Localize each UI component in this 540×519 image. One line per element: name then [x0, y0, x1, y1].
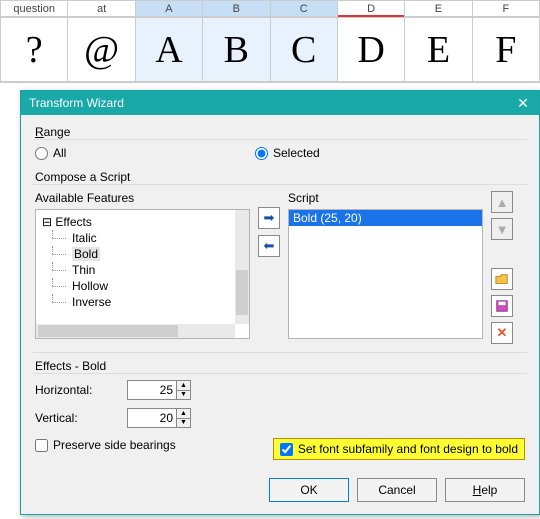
move-down-button[interactable]: ▼	[491, 218, 513, 240]
glyph-cell[interactable]: F	[473, 18, 540, 82]
remove-from-script-button[interactable]: ⬅	[258, 235, 280, 257]
col-header: C	[271, 0, 338, 17]
scrollbar-vertical[interactable]	[235, 210, 249, 324]
available-features-label: Available Features	[35, 191, 250, 205]
dialog-title: Transform Wizard	[29, 96, 124, 110]
add-to-script-button[interactable]: ➡	[258, 207, 280, 229]
range-label: Range	[35, 125, 525, 139]
glyph-grid-header: question at A B C D E F	[0, 0, 540, 18]
cancel-button[interactable]: Cancel	[357, 478, 437, 502]
vertical-input[interactable]: ▲▼	[127, 408, 191, 428]
radio-selected[interactable]: Selected	[255, 146, 320, 160]
set-subfamily-checkbox[interactable]: Set font subfamily and font design to bo…	[273, 438, 525, 460]
ok-button[interactable]: OK	[269, 478, 349, 502]
col-header: D	[338, 0, 405, 17]
spin-up-icon: ▲	[177, 409, 190, 419]
transform-wizard-dialog: Transform Wizard ✕ Range All Selected Co…	[20, 90, 540, 515]
glyph-cell[interactable]: E	[405, 18, 472, 82]
glyph-cell[interactable]: C	[271, 18, 338, 82]
open-icon[interactable]	[491, 268, 513, 290]
save-icon[interactable]	[491, 295, 513, 317]
col-header: F	[473, 0, 540, 17]
scrollbar-horizontal[interactable]	[36, 324, 235, 338]
help-button[interactable]: Help	[445, 478, 525, 502]
close-icon[interactable]: ✕	[515, 95, 531, 111]
effects-section-title: Effects - Bold	[35, 359, 525, 373]
horizontal-label: Horizontal:	[35, 383, 127, 397]
titlebar: Transform Wizard ✕	[21, 91, 539, 115]
col-header: E	[405, 0, 472, 17]
compose-label: Compose a Script	[35, 170, 525, 184]
script-list[interactable]: Bold (25, 20)	[288, 209, 483, 339]
glyph-cell[interactable]: D	[338, 18, 405, 82]
col-header: B	[203, 0, 270, 17]
script-item[interactable]: Bold (25, 20)	[289, 210, 482, 226]
glyph-cell[interactable]: B	[203, 18, 270, 82]
preserve-bearings-checkbox[interactable]: Preserve side bearings	[35, 438, 176, 452]
radio-all[interactable]: All	[35, 146, 255, 160]
horizontal-input[interactable]: ▲▼	[127, 380, 191, 400]
col-header: at	[68, 0, 135, 17]
glyph-cell[interactable]: @	[68, 18, 135, 82]
spin-up-icon: ▲	[177, 381, 190, 391]
spin-down-icon: ▼	[177, 419, 190, 428]
col-header: A	[136, 0, 203, 17]
glyph-cell[interactable]: ?	[0, 18, 68, 82]
spin-down-icon: ▼	[177, 391, 190, 400]
vertical-label: Vertical:	[35, 411, 127, 425]
col-header: question	[0, 0, 68, 17]
features-tree[interactable]: Effects Italic Bold Thin Hollow Inverse	[35, 209, 250, 339]
delete-icon[interactable]: ✕	[491, 322, 513, 344]
glyph-grid-row[interactable]: ? @ A B C D E F	[0, 18, 540, 83]
script-label: Script	[288, 191, 483, 205]
glyph-cell[interactable]: A	[136, 18, 203, 82]
move-up-button[interactable]: ▲	[491, 191, 513, 213]
